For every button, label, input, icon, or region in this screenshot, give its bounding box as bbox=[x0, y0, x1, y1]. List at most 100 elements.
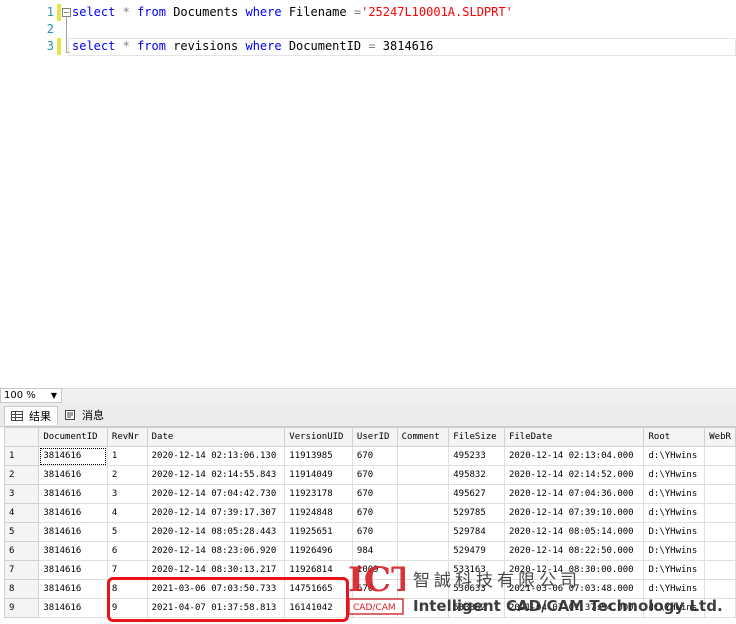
table-cell[interactable]: 2020-12-14 02:14:55.843 bbox=[146, 465, 286, 485]
column-header[interactable]: WebR bbox=[704, 427, 736, 447]
zoom-dropdown[interactable]: 100 % ▼ bbox=[0, 388, 62, 403]
table-cell[interactable]: 2020-12-14 08:05:28.443 bbox=[146, 522, 286, 542]
row-number-cell[interactable]: 1 bbox=[4, 446, 40, 466]
column-header[interactable]: RevNr bbox=[106, 427, 148, 447]
table-cell[interactable] bbox=[396, 503, 450, 523]
table-cell[interactable]: 11913985 bbox=[284, 446, 353, 466]
table-cell[interactable]: 670 bbox=[351, 465, 398, 485]
table-cell[interactable]: 670 bbox=[351, 522, 398, 542]
tab-results[interactable]: 结果 bbox=[4, 406, 58, 425]
table-cell[interactable] bbox=[396, 522, 450, 542]
tab-messages[interactable]: 消息 bbox=[58, 406, 110, 425]
table-cell[interactable] bbox=[704, 522, 736, 542]
table-cell[interactable]: 670 bbox=[351, 503, 398, 523]
table-cell[interactable] bbox=[396, 446, 450, 466]
table-cell[interactable]: 3814616 bbox=[38, 541, 108, 561]
row-number-cell[interactable]: 2 bbox=[4, 465, 40, 485]
table-cell[interactable]: 529785 bbox=[448, 503, 505, 523]
table-cell[interactable]: 2020-12-14 08:22:50.000 bbox=[503, 541, 645, 561]
row-number-cell[interactable]: 6 bbox=[4, 541, 40, 561]
table-row[interactable]: 4 3814616 4 2020-12-14 07:39:17.307 11924848… bbox=[4, 503, 736, 523]
column-header[interactable]: UserID bbox=[351, 427, 398, 447]
table-cell[interactable] bbox=[704, 579, 736, 599]
row-number-cell[interactable]: 4 bbox=[4, 503, 40, 523]
table-cell[interactable]: 3814616 bbox=[38, 465, 108, 485]
table-cell[interactable]: 2020-12-14 08:23:06.920 bbox=[146, 541, 286, 561]
tab-messages-label: 消息 bbox=[82, 409, 104, 422]
table-cell[interactable]: 3814616 bbox=[38, 446, 108, 466]
table-cell[interactable]: 2020-12-14 08:05:14.000 bbox=[503, 522, 645, 542]
table-cell[interactable]: 11924848 bbox=[284, 503, 353, 523]
table-cell[interactable] bbox=[704, 465, 736, 485]
table-cell[interactable]: 670 bbox=[351, 484, 398, 504]
table-row[interactable]: 1 3814616 1 2020-12-14 02:13:06.130 11913985… bbox=[4, 446, 736, 466]
table-cell[interactable] bbox=[704, 541, 736, 561]
table-cell[interactable]: 495627 bbox=[448, 484, 505, 504]
table-cell[interactable]: 11923178 bbox=[284, 484, 353, 504]
table-cell[interactable]: 2020-12-14 07:39:10.000 bbox=[503, 503, 645, 523]
table-row[interactable]: 2 3814616 2 2020-12-14 02:14:55.843 11914049… bbox=[4, 465, 736, 485]
table-cell[interactable]: D:\YHwins bbox=[643, 560, 706, 580]
table-cell[interactable]: 5 bbox=[106, 522, 148, 542]
sql-editor[interactable]: 1 2 3 − select * from Documents where Fi… bbox=[0, 0, 736, 388]
table-cell[interactable] bbox=[704, 484, 736, 504]
column-header[interactable]: Date bbox=[146, 427, 286, 447]
table-cell[interactable] bbox=[396, 484, 450, 504]
row-number-cell[interactable]: 7 bbox=[4, 560, 40, 580]
table-cell[interactable]: 2020-12-14 02:13:06.130 bbox=[146, 446, 286, 466]
table-cell[interactable]: 1 bbox=[106, 446, 148, 466]
table-cell[interactable]: d:\YHwins bbox=[643, 503, 706, 523]
code-line-3[interactable]: select * from revisions where DocumentID… bbox=[72, 38, 433, 55]
table-cell[interactable] bbox=[704, 446, 736, 466]
table-cell[interactable] bbox=[704, 503, 736, 523]
table-cell[interactable] bbox=[704, 560, 736, 580]
table-cell[interactable]: 11914049 bbox=[284, 465, 353, 485]
collapse-icon[interactable]: − bbox=[62, 8, 71, 17]
row-number-header[interactable] bbox=[4, 427, 40, 447]
row-number-cell[interactable]: 3 bbox=[4, 484, 40, 504]
table-cell[interactable]: 529784 bbox=[448, 522, 505, 542]
column-header[interactable]: FileDate bbox=[503, 427, 645, 447]
table-cell[interactable]: 3814616 bbox=[38, 598, 108, 618]
table-cell[interactable]: 3814616 bbox=[38, 579, 108, 599]
table-cell[interactable]: 2020-12-14 02:13:04.000 bbox=[503, 446, 645, 466]
row-number-cell[interactable]: 9 bbox=[4, 598, 40, 618]
table-cell[interactable]: 2020-12-14 07:39:17.307 bbox=[146, 503, 286, 523]
table-cell[interactable]: D:\YHwins bbox=[643, 522, 706, 542]
column-header[interactable]: Root bbox=[643, 427, 706, 447]
table-cell[interactable] bbox=[396, 465, 450, 485]
table-cell[interactable]: 3814616 bbox=[38, 503, 108, 523]
table-cell[interactable]: 6 bbox=[106, 541, 148, 561]
table-cell[interactable]: 3814616 bbox=[38, 484, 108, 504]
table-cell[interactable]: 3 bbox=[106, 484, 148, 504]
code-line-1[interactable]: select * from Documents where Filename =… bbox=[72, 4, 513, 21]
table-cell[interactable]: 2 bbox=[106, 465, 148, 485]
table-cell[interactable]: 2020-12-14 07:04:42.730 bbox=[146, 484, 286, 504]
table-row[interactable]: 5 3814616 5 2020-12-14 08:05:28.443 11925651… bbox=[4, 522, 736, 542]
table-cell[interactable]: 495233 bbox=[448, 446, 505, 466]
table-cell[interactable]: d:\YHwins bbox=[643, 579, 706, 599]
table-cell[interactable]: D:\YHwins bbox=[643, 541, 706, 561]
column-header[interactable]: Comment bbox=[396, 427, 450, 447]
table-cell[interactable]: 2020-12-14 02:14:52.000 bbox=[503, 465, 645, 485]
table-cell[interactable]: 11925651 bbox=[284, 522, 353, 542]
row-number-cell[interactable]: 5 bbox=[4, 522, 40, 542]
operator: * bbox=[122, 39, 130, 53]
table-cell[interactable]: 2020-12-14 07:04:36.000 bbox=[503, 484, 645, 504]
table-cell[interactable]: 3814616 bbox=[38, 560, 108, 580]
table-cell[interactable]: 3814616 bbox=[38, 522, 108, 542]
table-cell[interactable]: 529479 bbox=[448, 541, 505, 561]
table-cell[interactable]: d:\YHwins bbox=[643, 446, 706, 466]
table-cell[interactable]: 670 bbox=[351, 446, 398, 466]
column-header[interactable]: DocumentID bbox=[38, 427, 108, 447]
column-header[interactable]: FileSize bbox=[448, 427, 505, 447]
table-cell[interactable]: d:\YHwins bbox=[643, 484, 706, 504]
column-header[interactable]: VersionUID bbox=[284, 427, 353, 447]
table-cell[interactable]: 4 bbox=[106, 503, 148, 523]
table-cell[interactable]: 11926496 bbox=[284, 541, 353, 561]
row-number-cell[interactable]: 8 bbox=[4, 579, 40, 599]
horizontal-scrollbar[interactable] bbox=[0, 388, 736, 404]
table-row[interactable]: 3 3814616 3 2020-12-14 07:04:42.730 11923178… bbox=[4, 484, 736, 504]
table-cell[interactable]: 495832 bbox=[448, 465, 505, 485]
table-cell[interactable]: d:\YHwins bbox=[643, 465, 706, 485]
